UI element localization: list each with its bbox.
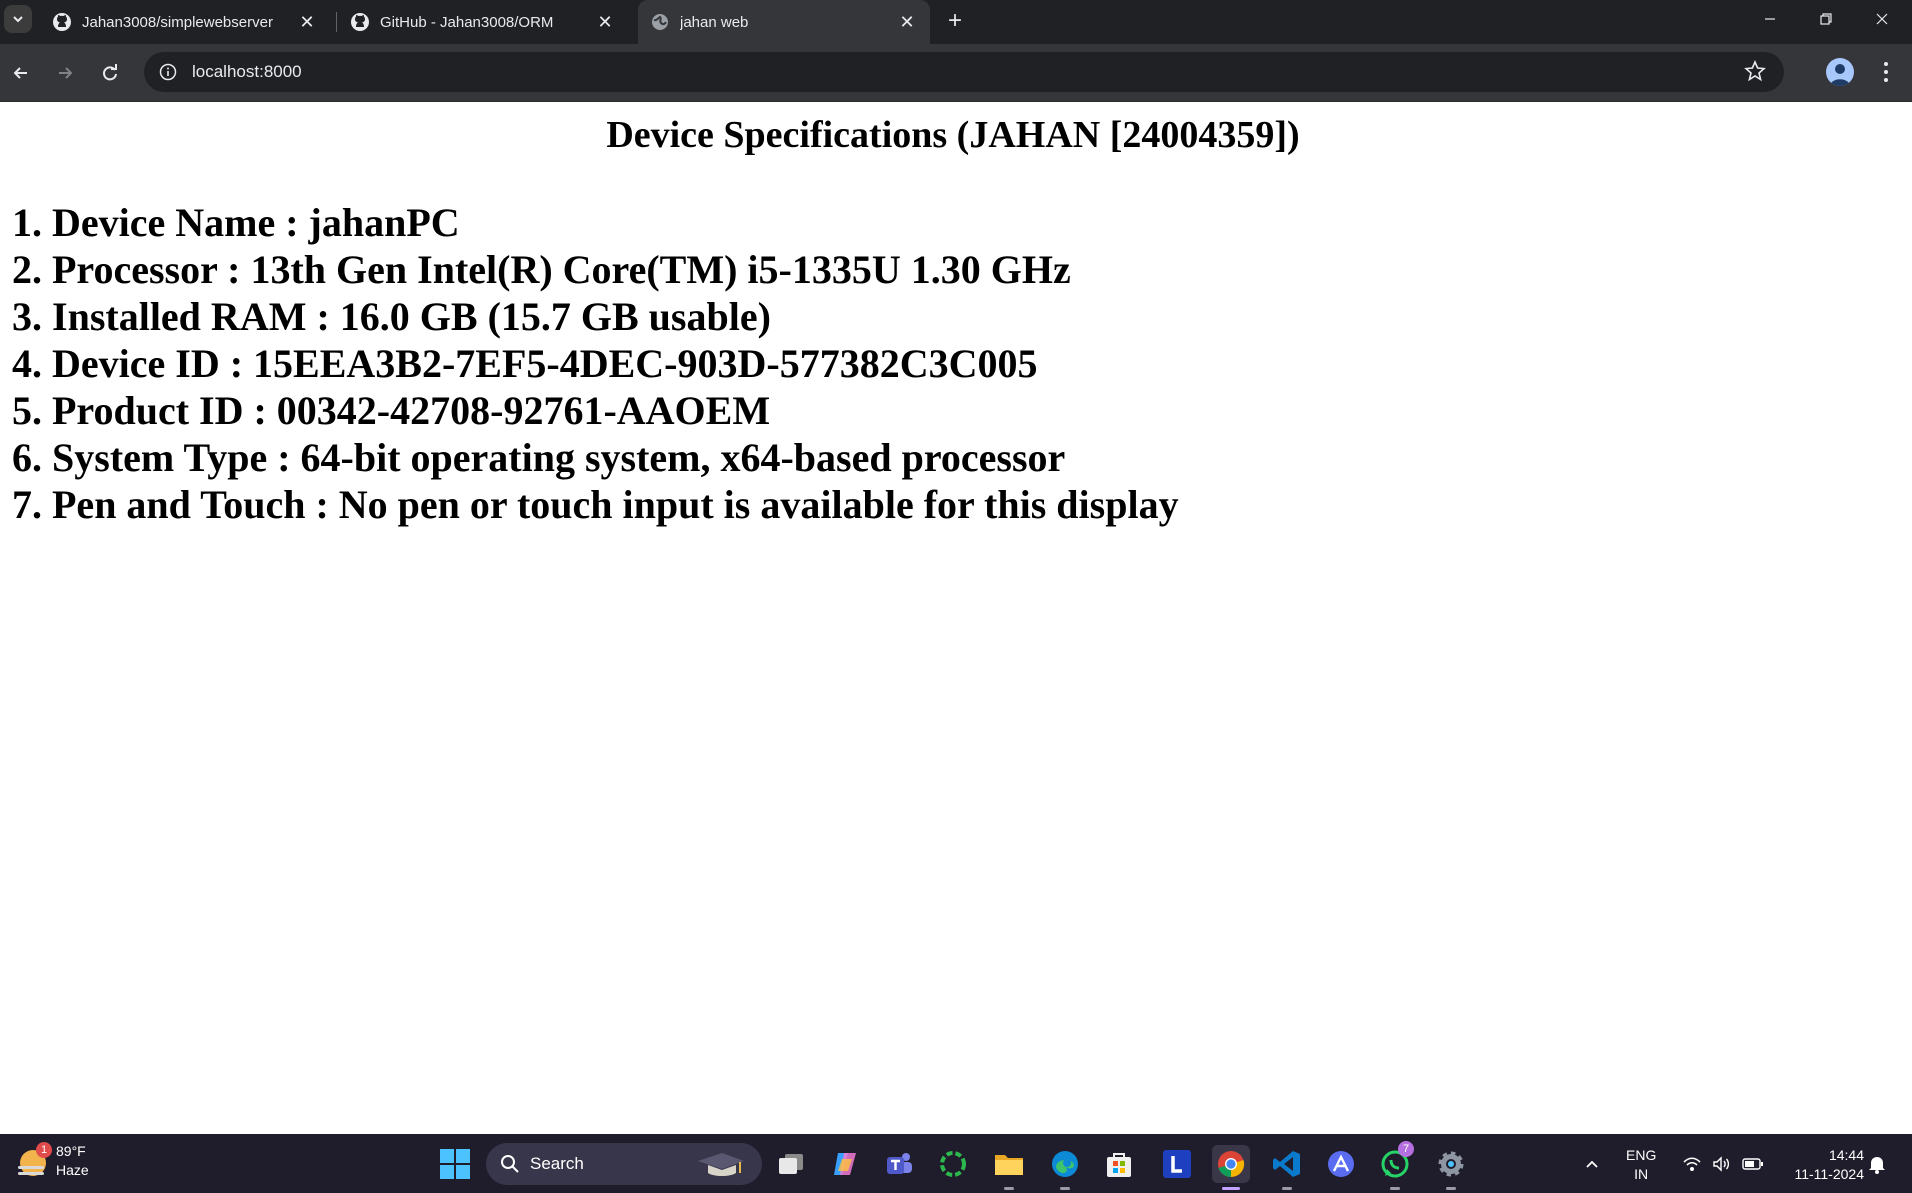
spec-installed-ram: 3. Installed RAM : 16.0 GB (15.7 GB usab…: [12, 294, 771, 339]
close-icon: [1876, 13, 1888, 25]
spec-device-id: 4. Device ID : 15EEA3B2-7EF5-4DEC-903D-5…: [12, 341, 1038, 386]
chrome-button[interactable]: [1212, 1145, 1250, 1190]
triangle-app-icon: [1328, 1151, 1354, 1177]
search-icon: [501, 1155, 519, 1173]
tab-title: jahan web: [680, 13, 749, 31]
page-title: Device Specifications (JAHAN [24004359]): [606, 114, 1300, 156]
tab-title: Jahan3008/simplewebserver: [82, 13, 273, 31]
file-explorer-button[interactable]: [990, 1145, 1028, 1190]
folder-icon: [995, 1155, 1023, 1175]
spec-processor: 2. Processor : 13th Gen Intel(R) Core(TM…: [12, 247, 1071, 292]
clock-date: 11-11-2024: [1794, 1166, 1864, 1182]
language-indicator[interactable]: ENG IN: [1626, 1146, 1656, 1184]
loading-app-button[interactable]: [934, 1145, 972, 1183]
whatsapp-badge: 7: [1398, 1141, 1414, 1157]
copilot-button[interactable]: [826, 1145, 864, 1183]
start-button[interactable]: [440, 1149, 470, 1179]
github-icon: [53, 13, 71, 31]
graduation-cap-icon: [698, 1153, 744, 1176]
copilot-icon: [834, 1153, 856, 1175]
spec-device-name: 1. Device Name : jahanPC: [12, 200, 460, 245]
taskbar-search[interactable]: Search: [486, 1143, 762, 1185]
bell-icon: [1869, 1156, 1885, 1174]
browser-menu-button[interactable]: [1876, 58, 1896, 86]
clock-time: 14:44: [1828, 1147, 1864, 1163]
volume-icon: [1713, 1155, 1730, 1172]
close-window-button[interactable]: [1854, 0, 1910, 38]
close-tab-icon[interactable]: ✕: [594, 11, 616, 33]
teams-icon: [887, 1153, 912, 1174]
url-text: localhost:8000: [192, 62, 302, 81]
arc-app-button[interactable]: [1322, 1145, 1360, 1183]
tab-divider: [336, 12, 337, 32]
l-app-button[interactable]: [1158, 1145, 1196, 1183]
weather-badge: 1: [36, 1142, 52, 1158]
weather-haze-icon: 1: [16, 1142, 52, 1178]
weather-temperature: 89°F: [56, 1143, 86, 1159]
reload-icon: [103, 64, 117, 81]
person-icon: [1830, 64, 1850, 86]
system-tray-status[interactable]: [1682, 1134, 1764, 1193]
store-icon: [1107, 1153, 1131, 1177]
spec-pen-and-touch: 7. Pen and Touch : No pen or touch input…: [12, 482, 1179, 527]
new-tab-button[interactable]: +: [940, 6, 970, 36]
arrow-left-icon: [13, 67, 27, 79]
restore-icon: [1820, 13, 1832, 25]
spec-product-id: 5. Product ID : 00342-42708-92761-AAOEM: [12, 388, 771, 433]
browser-toolbar: localhost:8000: [0, 44, 1912, 102]
weather-widget[interactable]: 1 89°F Haze: [16, 1142, 89, 1180]
tab-simplewebserver[interactable]: Jahan3008/simplewebserver ✕: [40, 0, 330, 44]
spec-list: 1. Device Name : jahanPC 2. Processor : …: [12, 199, 1179, 528]
whatsapp-button[interactable]: 7: [1376, 1141, 1414, 1190]
vscode-button[interactable]: [1268, 1145, 1306, 1190]
browser-tab-strip: Jahan3008/simplewebserver ✕ GitHub - Jah…: [0, 0, 1912, 44]
task-view-icon: [779, 1154, 803, 1174]
chrome-icon: [1218, 1151, 1245, 1178]
minimize-icon: [1765, 18, 1775, 20]
teams-button[interactable]: [880, 1145, 918, 1183]
minimize-button[interactable]: [1742, 0, 1798, 38]
settings-button[interactable]: [1432, 1145, 1470, 1190]
close-tab-icon[interactable]: ✕: [896, 11, 918, 33]
profile-avatar[interactable]: [1826, 58, 1854, 86]
windows-taskbar: 1 89°F Haze Search 7 ENG IN 14:44 11-11-…: [0, 1134, 1912, 1193]
clock[interactable]: 14:44 11-11-2024: [1776, 1146, 1864, 1184]
address-bar[interactable]: localhost:8000: [144, 52, 1784, 92]
web-page: Device Specifications (JAHAN [24004359])…: [0, 103, 1912, 1134]
battery-icon: [1742, 1157, 1763, 1170]
restore-button[interactable]: [1798, 0, 1854, 38]
tab-github-orm[interactable]: GitHub - Jahan3008/ORM ✕: [338, 0, 628, 44]
bookmark-star-icon[interactable]: [1744, 59, 1766, 87]
site-info-icon[interactable]: [148, 63, 188, 81]
language-code: ENG: [1626, 1147, 1657, 1163]
gear-icon: [1438, 1151, 1464, 1177]
microsoft-store-button[interactable]: [1100, 1145, 1138, 1183]
notifications-button[interactable]: [1868, 1134, 1886, 1193]
letter-l-icon: [1163, 1150, 1191, 1178]
vscode-icon: [1273, 1151, 1300, 1177]
edge-button[interactable]: [1046, 1145, 1084, 1190]
tab-jahan-web[interactable]: jahan web ✕: [638, 0, 930, 44]
github-icon: [351, 13, 369, 31]
circle-progress-icon: [940, 1151, 966, 1177]
weather-condition: Haze: [56, 1162, 89, 1178]
tab-search-button[interactable]: [4, 5, 32, 33]
chevron-up-icon: [1586, 1160, 1598, 1168]
edge-icon: [1052, 1151, 1078, 1177]
wifi-icon: [1683, 1156, 1701, 1171]
show-hidden-icons-button[interactable]: [1584, 1134, 1600, 1193]
tab-title: GitHub - Jahan3008/ORM: [380, 13, 554, 31]
arrow-right-icon: [59, 67, 73, 79]
forward-button[interactable]: [48, 56, 82, 90]
search-label: Search: [530, 1154, 584, 1173]
close-tab-icon[interactable]: ✕: [296, 11, 318, 33]
spec-system-type: 6. System Type : 64-bit operating system…: [12, 435, 1066, 480]
back-button[interactable]: [4, 56, 38, 90]
chevron-down-icon: [13, 16, 23, 23]
language-region: IN: [1634, 1166, 1649, 1182]
globe-icon: [652, 14, 668, 30]
reload-button[interactable]: [93, 56, 127, 90]
task-view-button[interactable]: [772, 1145, 810, 1183]
